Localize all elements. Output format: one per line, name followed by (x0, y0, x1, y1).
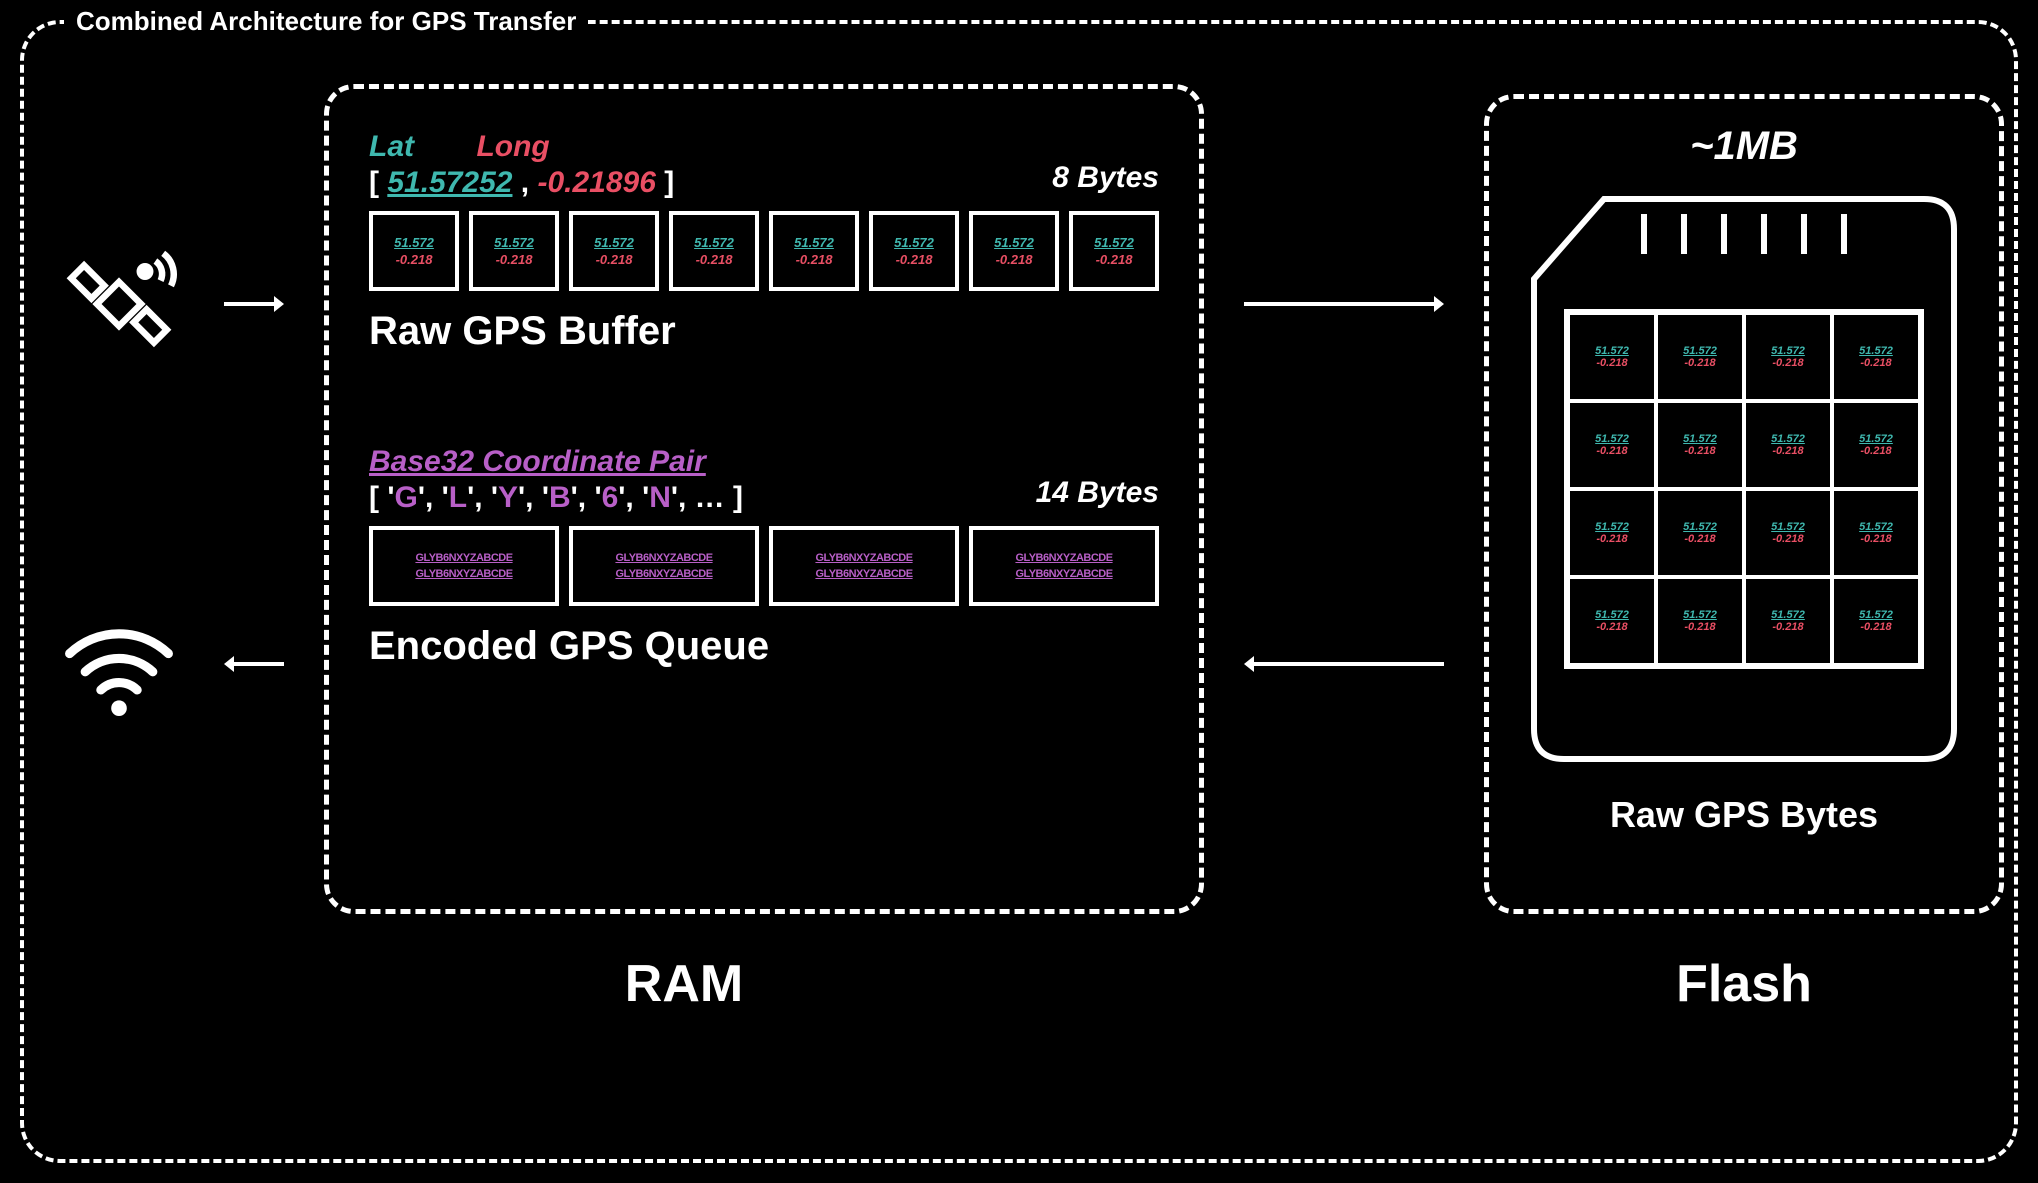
satellite-icon (54, 239, 184, 369)
base32-tuple: [ 'G', 'L', 'Y', 'B', '6', 'N', … ] (369, 480, 743, 516)
encoded-queue-group: Base32 Coordinate Pair [ 'G', 'L', 'Y', … (369, 444, 1159, 669)
raw-cell: 51.572-0.218 (569, 211, 659, 291)
long-label: Long (476, 130, 549, 163)
sd-cell: 51.572-0.218 (1744, 489, 1832, 577)
raw-buffer-group: Lat Long [ 51.57252 , -0.21896 ] 8 Bytes… (369, 129, 1159, 354)
sd-cell: 51.572-0.218 (1568, 313, 1656, 401)
coord-tuple: [ 51.57252 , -0.21896 ] (369, 165, 674, 201)
sd-cell: 51.572-0.218 (1656, 313, 1744, 401)
sd-cell: 51.572-0.218 (1832, 313, 1920, 401)
ram-title: RAM (584, 954, 784, 1014)
raw-cell: 51.572-0.218 (869, 211, 959, 291)
ram-box: Lat Long [ 51.57252 , -0.21896 ] 8 Bytes… (324, 84, 1204, 914)
ram-column: Lat Long [ 51.57252 , -0.21896 ] 8 Bytes… (324, 64, 1204, 1014)
sd-cell: 51.572-0.218 (1832, 577, 1920, 665)
left-connectors (224, 64, 284, 844)
sd-cell: 51.572-0.218 (1568, 489, 1656, 577)
sd-cell: 51.572-0.218 (1744, 577, 1832, 665)
lat-value: 51.57252 (387, 166, 512, 199)
arrow-right-icon (224, 284, 284, 324)
flash-column: ~1MB 51.572-0.21851.572-0.21851.572-0.21… (1484, 64, 2004, 1014)
base32-title: Base32 Coordinate Pair (369, 444, 743, 480)
latlong-header: Lat Long [ 51.57252 , -0.21896 ] (369, 129, 674, 201)
long-value: -0.21896 (537, 166, 655, 199)
flash-size-label: ~1MB (1690, 124, 1798, 169)
wifi-icon (54, 599, 184, 729)
enc-cell: GLYB6NXYZABCDEGLYB6NXYZABCDE (369, 526, 559, 606)
arrow-right-icon (1244, 284, 1444, 324)
lat-label: Lat (369, 130, 414, 163)
sd-cell: 51.572-0.218 (1832, 489, 1920, 577)
flash-title: Flash (1484, 954, 2004, 1014)
enc-cell: GLYB6NXYZABCDEGLYB6NXYZABCDE (769, 526, 959, 606)
enc-cell: GLYB6NXYZABCDEGLYB6NXYZABCDE (569, 526, 759, 606)
sd-cell: 51.572-0.218 (1568, 401, 1656, 489)
raw-buffer-label: Raw GPS Buffer (369, 309, 1159, 354)
raw-cell-row: 51.572-0.21851.572-0.21851.572-0.21851.5… (369, 211, 1159, 291)
raw-cell: 51.572-0.218 (669, 211, 759, 291)
raw-cell: 51.572-0.218 (369, 211, 459, 291)
enc-cell-row: GLYB6NXYZABCDEGLYB6NXYZABCDEGLYB6NXYZABC… (369, 526, 1159, 606)
sd-cell: 51.572-0.218 (1656, 577, 1744, 665)
sd-cell: 51.572-0.218 (1744, 313, 1832, 401)
raw-cell: 51.572-0.218 (1069, 211, 1159, 291)
sd-cell: 51.572-0.218 (1568, 577, 1656, 665)
flash-box: ~1MB 51.572-0.21851.572-0.21851.572-0.21… (1484, 94, 2004, 914)
sd-card: 51.572-0.21851.572-0.21851.572-0.21851.5… (1524, 189, 1964, 769)
arrow-left-icon (1244, 644, 1444, 684)
sd-cell: 51.572-0.218 (1656, 489, 1744, 577)
outer-frame: Combined Architecture for GPS Transfer (20, 20, 2018, 1163)
raw-size-label: 8 Bytes (1052, 161, 1159, 201)
sd-cell: 51.572-0.218 (1832, 401, 1920, 489)
sd-cell: 51.572-0.218 (1744, 401, 1832, 489)
sd-grid: 51.572-0.21851.572-0.21851.572-0.21851.5… (1564, 309, 1924, 669)
raw-cell: 51.572-0.218 (469, 211, 559, 291)
frame-title: Combined Architecture for GPS Transfer (64, 6, 588, 37)
arrow-left-icon (224, 644, 284, 684)
enc-size-label: 14 Bytes (1036, 476, 1159, 516)
flash-bytes-label: Raw GPS Bytes (1610, 794, 1878, 836)
raw-cell: 51.572-0.218 (969, 211, 1059, 291)
icons-column (54, 64, 184, 844)
mid-connectors (1244, 64, 1444, 844)
sd-cell: 51.572-0.218 (1656, 401, 1744, 489)
raw-cell: 51.572-0.218 (769, 211, 859, 291)
main-row: Lat Long [ 51.57252 , -0.21896 ] 8 Bytes… (54, 24, 1984, 1129)
encoded-queue-label: Encoded GPS Queue (369, 624, 1159, 669)
enc-cell: GLYB6NXYZABCDEGLYB6NXYZABCDE (969, 526, 1159, 606)
